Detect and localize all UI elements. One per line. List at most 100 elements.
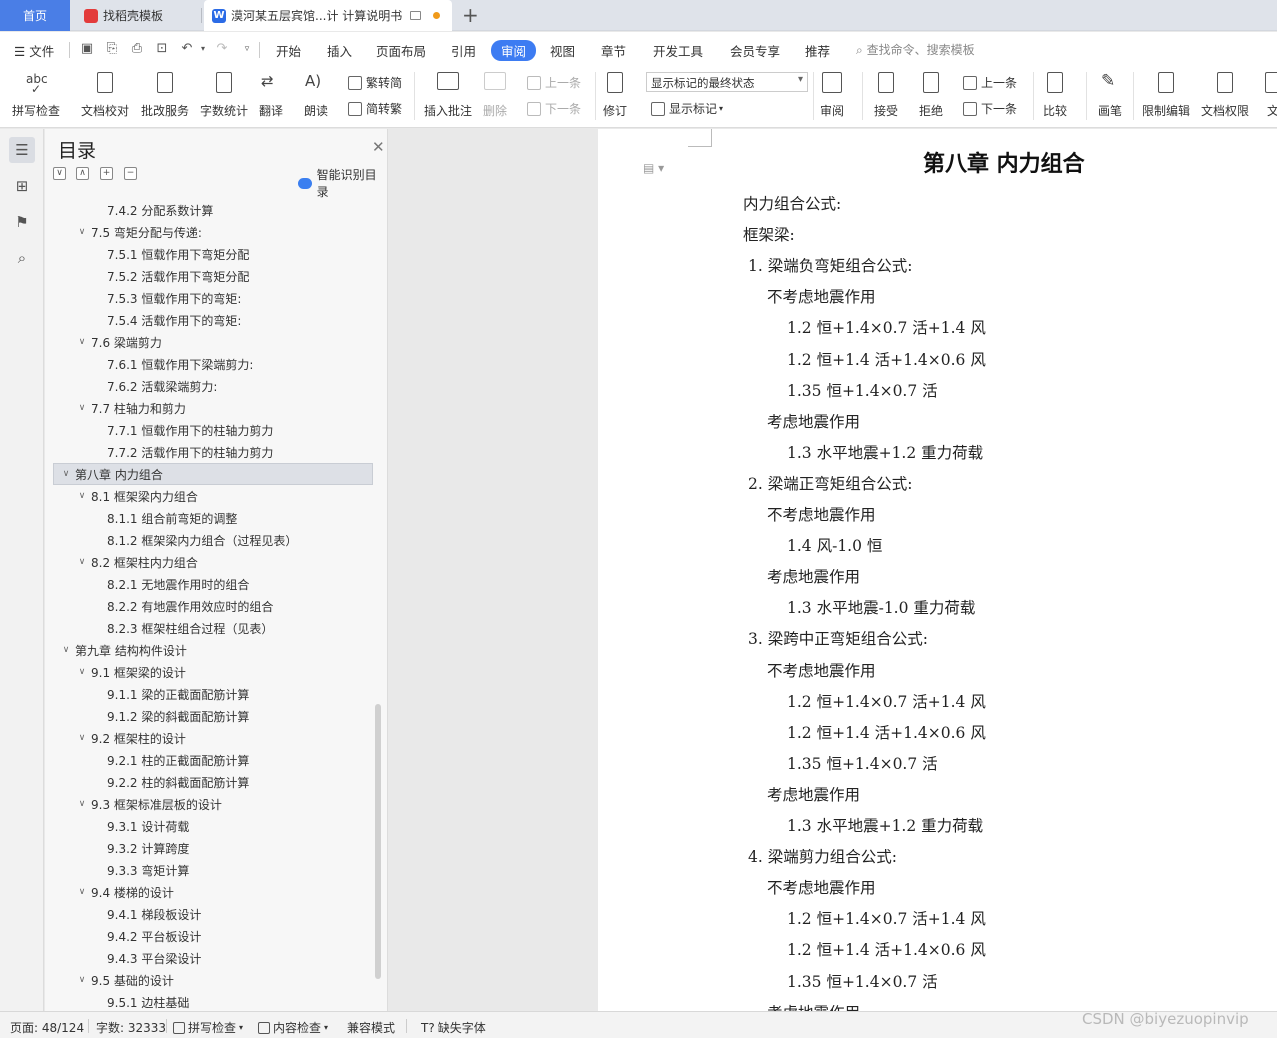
toc-item[interactable]: 7.7.1 恒载作用下的柱轴力剪力 [45,419,387,441]
doc-permission-button[interactable]: 文档权限 [1201,70,1249,119]
track-changes-button[interactable]: 修订 [602,70,628,119]
chevron-down-icon[interactable]: ∨ [75,491,89,501]
chevron-down-icon[interactable]: ∨ [59,469,73,479]
toc-item[interactable]: ∨ 9.2 框架柱的设计 [45,727,387,749]
monitor-icon[interactable] [410,11,422,20]
find-search-icon[interactable]: ⌕ [9,245,35,271]
menu-view[interactable]: 视图 [550,41,575,60]
undo-icon[interactable]: ↶ [180,42,194,56]
save-icon[interactable]: ▣ [80,42,94,56]
close-icon[interactable]: ✕ [372,138,385,156]
print-preview-icon[interactable]: ⊡ [155,42,169,56]
toc-item[interactable]: 7.6.2 活载梁端剪力: [45,375,387,397]
toc-item[interactable]: 7.4.2 分配系数计算 [45,199,387,221]
prev-comment-button[interactable]: 上一条 [527,74,581,91]
delete-comment-button[interactable]: 删除 [482,70,508,119]
trad-to-simp-button[interactable]: 繁转简 [348,74,402,91]
restrict-editing-button[interactable]: 限制编辑 [1142,70,1190,119]
menu-insert[interactable]: 插入 [327,41,352,60]
doc-more-button[interactable]: 文 [1260,70,1277,119]
collapse-all-icon[interactable]: ∨ [53,167,66,180]
toc-item[interactable]: 9.4.1 梯段板设计 [45,903,387,925]
review-pane-button[interactable]: 审阅 [819,70,845,119]
toc-item[interactable]: ∨ 8.1 框架梁内力组合 [45,485,387,507]
toc-item[interactable]: 9.3.2 计算跨度 [45,837,387,859]
chapter-nav-icon[interactable]: ⊞ [9,173,35,199]
revise-service-button[interactable]: 批改服务 [141,70,189,119]
document-page[interactable]: ▤ ▾ 第八章 内力组合 内力组合公式: 框架梁: 1. 梁端负弯矩组合公式: 不考虑… [598,129,1277,1011]
toc-item[interactable]: 7.5.4 活载作用下的弯矩: [45,309,387,331]
toc-item[interactable]: ∨ 7.7 柱轴力和剪力 [45,397,387,419]
add-heading-icon[interactable]: + [100,167,113,180]
toc-item[interactable]: ∨ 9.1 框架梁的设计 [45,661,387,683]
toc-item[interactable]: 8.2.3 框架柱组合过程（见表） [45,617,387,639]
reject-button[interactable]: 拒绝 [918,70,944,119]
smart-toc-button[interactable]: 智能识别目录 [298,166,387,200]
new-tab-plus-icon[interactable]: + [462,4,479,26]
spell-check-status[interactable]: 拼写检查 ▾ [173,1019,243,1036]
toc-item[interactable]: 9.4.3 平台梁设计 [45,947,387,969]
translate-button[interactable]: ⇄ 翻译 [258,70,284,119]
chevron-down-icon[interactable]: ∨ [59,645,73,655]
menu-review[interactable]: 审阅 [491,40,537,61]
toc-item[interactable]: ∨ 9.3 框架标准层板的设计 [45,793,387,815]
expand-all-icon[interactable]: ∧ [76,167,89,180]
word-count-button[interactable]: 字数统计 [200,70,248,119]
print-icon[interactable]: ⎙ [130,42,144,56]
compare-button[interactable]: 比较 [1042,70,1068,119]
chevron-down-icon[interactable]: ∨ [75,887,89,897]
prev-change-button[interactable]: 上一条 [963,74,1017,91]
tab-template[interactable]: 找稻壳模板 [74,0,200,31]
toc-item[interactable]: 8.1.1 组合前弯矩的调整 [45,507,387,529]
customize-chevron-icon[interactable]: ▿ [240,42,254,56]
undo-dropdown-icon[interactable]: ▾ [196,42,210,56]
toc-item[interactable]: 9.3.3 弯矩计算 [45,859,387,881]
remove-heading-icon[interactable]: − [124,167,137,180]
command-search[interactable]: ⌕ 查找命令、搜索模板 [856,41,975,58]
bookmark-icon[interactable]: ⚑ [9,209,35,235]
menu-recommend[interactable]: 推荐 [805,41,830,60]
export-pdf-icon[interactable]: ⎘ [105,42,119,56]
toc-item[interactable]: ∨ 7.5 弯矩分配与传递: [45,221,387,243]
redo-icon[interactable]: ↷ [215,42,229,56]
read-aloud-button[interactable]: A) 朗读 [303,70,329,119]
spell-check-button[interactable]: abc ✓ 拼写检查 [12,70,60,119]
toc-item[interactable]: 7.7.2 活载作用下的柱轴力剪力 [45,441,387,463]
toc-item[interactable]: 9.1.1 梁的正截面配筋计算 [45,683,387,705]
menu-start[interactable]: 开始 [276,41,301,60]
page-indicator[interactable]: 页面: 48/124 [10,1019,84,1036]
chevron-down-icon[interactable]: ∨ [75,975,89,985]
toc-item[interactable]: 7.5.1 恒载作用下弯矩分配 [45,243,387,265]
toc-item[interactable]: 9.3.1 设计荷载 [45,815,387,837]
toc-panel-icon[interactable]: ☰ [9,137,35,163]
toc-item[interactable]: ∨ 9.5 基础的设计 [45,969,387,991]
insert-comment-button[interactable]: 插入批注 [424,70,472,119]
show-markup-button[interactable]: 显示标记 ▾ [651,100,723,117]
toc-item[interactable]: ∨ 9.4 楼梯的设计 [45,881,387,903]
toc-item-selected[interactable]: ∨ 第八章 内力组合 [53,463,373,485]
markup-state-select[interactable]: 显示标记的最终状态 [646,72,808,92]
toc-item[interactable]: 9.2.2 柱的斜截面配筋计算 [45,771,387,793]
chevron-down-icon[interactable]: ∨ [75,403,89,413]
file-menu[interactable]: ☰ 文件 [14,41,54,60]
tab-home[interactable]: 首页 [0,0,70,31]
toc-item[interactable]: ∨ 第九章 结构构件设计 [45,639,387,661]
toc-item[interactable]: 9.4.2 平台板设计 [45,925,387,947]
chevron-down-icon[interactable]: ∨ [75,667,89,677]
chevron-down-icon[interactable]: ∨ [75,227,89,237]
toc-item[interactable]: 8.2.2 有地震作用效应时的组合 [45,595,387,617]
tab-document[interactable]: W 漠河某五层宾馆...计 计算说明书 [204,0,452,31]
paragraph-handle-icon[interactable]: ▤ ▾ [643,161,664,175]
next-change-button[interactable]: 下一条 [963,100,1017,117]
menu-member[interactable]: 会员专享 [730,41,780,60]
toc-item[interactable]: 9.5.1 边柱基础 [45,991,387,1011]
toc-item[interactable]: 8.2.1 无地震作用时的组合 [45,573,387,595]
toc-scrollbar[interactable] [375,704,381,979]
toc-item[interactable]: ∨ 7.6 梁端剪力 [45,331,387,353]
accept-button[interactable]: 接受 [873,70,899,119]
menu-chapter[interactable]: 章节 [601,41,626,60]
toc-item[interactable]: 7.5.2 活载作用下弯矩分配 [45,265,387,287]
chevron-down-icon[interactable]: ∨ [75,337,89,347]
compat-mode-status[interactable]: 兼容模式 [347,1019,395,1036]
menu-page-layout[interactable]: 页面布局 [376,41,426,60]
